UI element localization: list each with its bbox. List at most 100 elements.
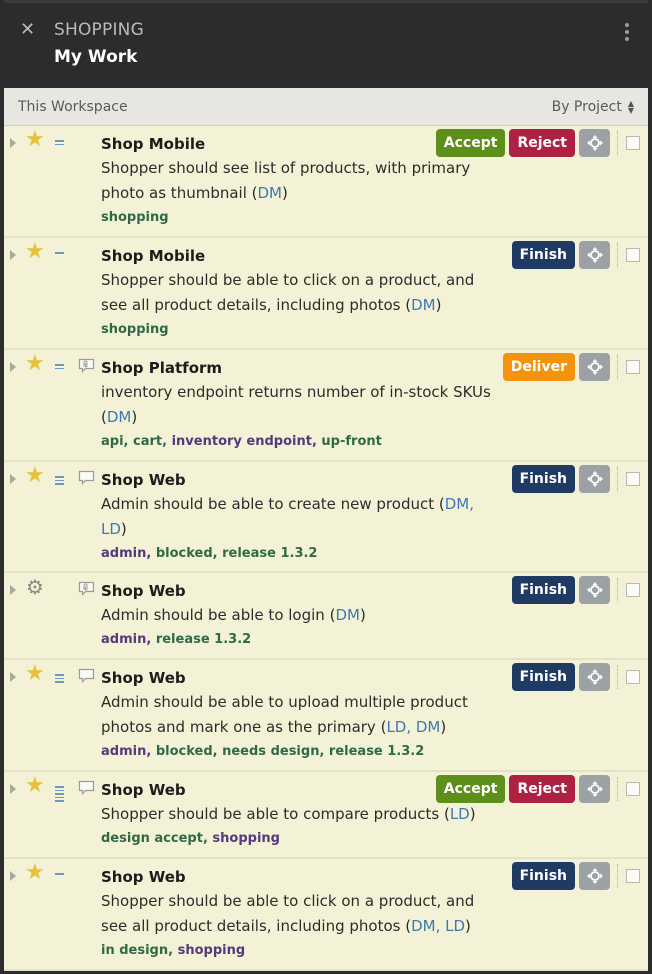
label-tag[interactable]: shopping: [178, 943, 246, 958]
label-tag[interactable]: up-front: [321, 434, 381, 449]
move-button[interactable]: [579, 576, 610, 604]
label-tag[interactable]: release 1.3.2: [156, 632, 251, 647]
story-owners[interactable]: DM: [258, 184, 283, 202]
select-checkbox[interactable]: [626, 670, 640, 684]
story-row[interactable]: ★ Shop Web Admin should be able to upload …: [4, 660, 648, 772]
deliver-button[interactable]: Deliver: [502, 353, 575, 381]
move-button[interactable]: [579, 663, 610, 691]
story-owners[interactable]: DM: [411, 296, 436, 314]
story-row[interactable]: ★ Shop Mobile Shopper should see list of p…: [4, 126, 648, 238]
story-labels: admin, blocked, release 1.3.2: [101, 546, 318, 561]
chore-gear-icon: ⚙: [26, 575, 44, 599]
label-tag[interactable]: design accept: [101, 831, 203, 846]
story-labels: admin, release 1.3.2: [101, 632, 252, 647]
reject-button[interactable]: Reject: [509, 775, 575, 803]
story-row[interactable]: ★ Shop Platform inventory endpoint returns…: [4, 350, 648, 462]
feature-star-icon: ★: [25, 661, 45, 686]
accept-button[interactable]: Accept: [435, 129, 506, 157]
feature-star-icon: ★: [25, 127, 45, 152]
select-checkbox[interactable]: [626, 583, 640, 597]
story-owners[interactable]: DM: [107, 408, 132, 426]
story-actions: Finish: [511, 241, 610, 269]
story-owners[interactable]: DM: [335, 606, 360, 624]
select-checkbox[interactable]: [626, 782, 640, 796]
move-button[interactable]: [579, 353, 610, 381]
story-row[interactable]: ⚙ Shop Web Admin should be able to login (…: [4, 573, 648, 660]
feature-star-icon: ★: [25, 860, 45, 885]
label-tag[interactable]: release 1.3.2: [329, 744, 424, 759]
select-checkbox[interactable]: [626, 248, 640, 262]
reject-button[interactable]: Reject: [509, 129, 575, 157]
comment-icon: [78, 470, 95, 485]
story-title: Shopper should see list of products, wit…: [101, 159, 471, 202]
estimate-icon: [55, 786, 64, 804]
story-labels: design accept, shopping: [101, 831, 280, 846]
story-title: inventory endpoint returns number of in-…: [101, 383, 491, 426]
story-actions: Accept Reject: [435, 129, 610, 157]
feature-star-icon: ★: [25, 463, 45, 488]
expand-arrow-icon[interactable]: [10, 250, 16, 260]
label-tag[interactable]: shopping: [212, 831, 280, 846]
label-tag[interactable]: inventory endpoint: [172, 434, 312, 449]
expand-arrow-icon[interactable]: [10, 362, 16, 372]
story-row[interactable]: ★ Shop Web Shopper should be able to click…: [4, 859, 648, 971]
estimate-icon: [55, 873, 64, 877]
label-tag[interactable]: in design: [101, 943, 168, 958]
select-checkbox[interactable]: [626, 136, 640, 150]
expand-arrow-icon[interactable]: [10, 474, 16, 484]
label-tag[interactable]: shopping: [101, 322, 169, 337]
story-actions: Finish: [511, 862, 610, 890]
sort-select[interactable]: By Project ▲ ▼: [552, 99, 634, 115]
story-actions: Finish: [511, 663, 610, 691]
story-project: Shop Web: [101, 868, 186, 886]
story-owners[interactable]: DM, LD: [411, 917, 465, 935]
story-row[interactable]: ★ Shop Web Shopper should be able to compa…: [4, 772, 648, 859]
label-tag[interactable]: blocked: [156, 744, 213, 759]
finish-button[interactable]: Finish: [511, 465, 575, 493]
label-tag[interactable]: blocked: [156, 546, 213, 561]
expand-arrow-icon[interactable]: [10, 871, 16, 881]
accept-button[interactable]: Accept: [435, 775, 506, 803]
story-row[interactable]: ★ Shop Mobile Shopper should be able to cl…: [4, 238, 648, 350]
label-tag[interactable]: admin: [101, 632, 146, 647]
close-icon[interactable]: ✕: [20, 19, 35, 40]
move-button[interactable]: [579, 129, 610, 157]
estimate-icon: [55, 674, 64, 685]
select-checkbox[interactable]: [626, 472, 640, 486]
finish-button[interactable]: Finish: [511, 862, 575, 890]
move-icon: [586, 359, 603, 375]
more-vertical-icon[interactable]: [624, 23, 630, 43]
story-row[interactable]: ★ Shop Web Admin should be able to create …: [4, 462, 648, 573]
divider: [617, 243, 618, 267]
finish-button[interactable]: Finish: [511, 576, 575, 604]
filter-bar: This Workspace By Project ▲ ▼: [4, 88, 648, 126]
story-list: ★ Shop Mobile Shopper should see list of p…: [4, 126, 648, 971]
move-button[interactable]: [579, 241, 610, 269]
move-icon: [586, 247, 603, 263]
select-checkbox[interactable]: [626, 360, 640, 374]
expand-arrow-icon[interactable]: [10, 672, 16, 682]
label-tag[interactable]: admin: [101, 744, 146, 759]
expand-arrow-icon[interactable]: [10, 784, 16, 794]
finish-button[interactable]: Finish: [511, 663, 575, 691]
project-name: SHOPPING: [54, 20, 144, 40]
move-button[interactable]: [579, 862, 610, 890]
move-icon: [586, 868, 603, 884]
story-owners[interactable]: LD: [450, 805, 470, 823]
move-button[interactable]: [579, 775, 610, 803]
select-checkbox[interactable]: [626, 869, 640, 883]
divider: [617, 864, 618, 888]
label-tag[interactable]: admin: [101, 546, 146, 561]
label-tag[interactable]: api: [101, 434, 124, 449]
expand-arrow-icon[interactable]: [10, 585, 16, 595]
label-tag[interactable]: cart: [133, 434, 162, 449]
move-button[interactable]: [579, 465, 610, 493]
label-tag[interactable]: needs design: [222, 744, 319, 759]
label-tag[interactable]: shopping: [101, 210, 169, 225]
expand-arrow-icon[interactable]: [10, 138, 16, 148]
story-project: Shop Mobile: [101, 247, 206, 265]
finish-button[interactable]: Finish: [511, 241, 575, 269]
story-title: Shopper should be able to compare produc…: [101, 805, 476, 823]
label-tag[interactable]: release 1.3.2: [222, 546, 317, 561]
story-owners[interactable]: LD, DM: [386, 718, 440, 736]
